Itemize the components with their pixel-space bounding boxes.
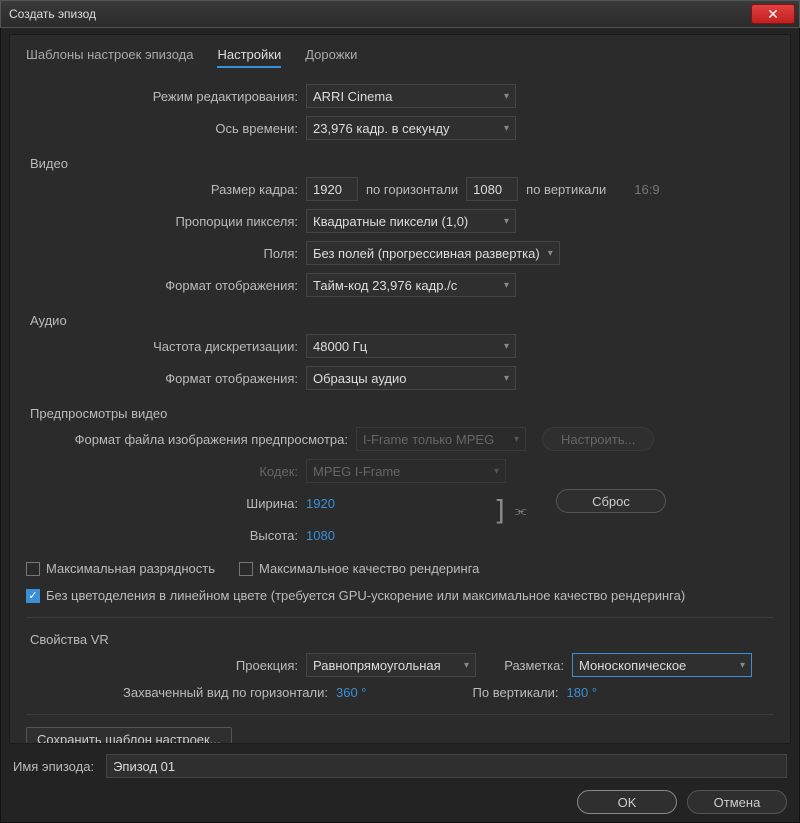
codec-label: Кодек: [26,464,306,479]
dialog-body: Шаблоны настроек эпизода Настройки Дорож… [0,28,800,823]
titlebar: Создать эпизод ✕ [0,0,800,28]
editing-mode-label: Режим редактирования: [26,89,306,104]
divider [26,714,774,715]
frame-size-label: Размер кадра: [26,182,306,197]
link-icon[interactable]: ⫘ [515,503,527,519]
section-preview: Предпросмотры видео Формат файла изображ… [26,404,774,603]
max-render-quality-checkbox[interactable]: Максимальное качество рендеринга [239,561,479,576]
chevron-down-icon: ▾ [504,91,509,102]
close-icon: ✕ [767,7,779,21]
tab-tracks[interactable]: Дорожки [305,47,357,68]
preview-height-label: Высота: [26,528,306,543]
pixel-aspect-dropdown[interactable]: Квадратные пиксели (1,0) ▾ [306,209,516,233]
chevron-down-icon: ▾ [464,660,469,671]
pixel-aspect-label: Пропорции пикселя: [26,214,306,229]
tab-presets[interactable]: Шаблоны настроек эпизода [26,47,193,68]
video-heading: Видео [26,154,774,173]
max-bit-depth-checkbox[interactable]: Максимальная разрядность [26,561,215,576]
checkbox-checked-icon: ✓ [26,589,40,603]
save-preset-button[interactable]: Сохранить шаблон настроек... [26,727,232,744]
chevron-down-icon: ▾ [494,466,499,477]
reset-button[interactable]: Сброс [556,489,666,513]
audio-display-format-label: Формат отображения: [26,371,306,386]
chevron-down-icon: ▾ [504,280,509,291]
sequence-name-row: Имя эпизода: [9,744,791,782]
layout-label: Разметка: [484,658,572,673]
close-button[interactable]: ✕ [751,4,795,24]
projection-dropdown[interactable]: Равнопрямоугольная ▾ [306,653,476,677]
projection-label: Проекция: [26,658,306,673]
preview-file-format-dropdown: I-Frame только MPEG ▾ [356,427,526,451]
sample-rate-dropdown[interactable]: 48000 Гц ▾ [306,334,516,358]
captured-horizontal-label: Захваченный вид по горизонтали: [26,685,336,700]
sample-rate-label: Частота дискретизации: [26,339,306,354]
main-panel: Шаблоны настроек эпизода Настройки Дорож… [9,34,791,744]
fields-dropdown[interactable]: Без полей (прогрессивная развертка) ▾ [306,241,560,265]
frame-height-input[interactable] [466,177,518,201]
chevron-down-icon: ▾ [740,660,745,671]
cancel-button[interactable]: Отмена [687,790,787,814]
preview-heading: Предпросмотры видео [26,404,774,423]
captured-vertical-label: По вертикали: [367,685,567,700]
codec-dropdown: MPEG I-Frame ▾ [306,459,506,483]
section-general: Режим редактирования: ARRI Cinema ▾ Ось … [26,84,774,140]
window-title: Создать эпизод [9,7,751,21]
divider [26,617,774,618]
editing-mode-dropdown[interactable]: ARRI Cinema ▾ [306,84,516,108]
aspect-ratio-text: 16:9 [634,182,659,197]
configure-button: Настроить... [542,427,654,451]
linear-color-checkbox[interactable]: ✓ Без цветоделения в линейном цвете (тре… [26,588,774,603]
audio-heading: Аудио [26,311,774,330]
tab-bar: Шаблоны настроек эпизода Настройки Дорож… [26,47,774,68]
horizontal-text: по горизонтали [366,182,458,197]
ok-button[interactable]: OK [577,790,677,814]
tab-settings[interactable]: Настройки [217,47,281,68]
chevron-down-icon: ▾ [504,123,509,134]
video-display-format-dropdown[interactable]: Тайм-код 23,976 кадр./с ▾ [306,273,516,297]
vr-heading: Свойства VR [26,630,774,649]
audio-display-format-dropdown[interactable]: Образцы аудио ▾ [306,366,516,390]
layout-dropdown[interactable]: Моноскопическое ▾ [572,653,752,677]
video-display-format-label: Формат отображения: [26,278,306,293]
checkbox-icon [26,562,40,576]
sequence-name-input[interactable] [106,754,787,778]
chevron-down-icon: ▾ [504,373,509,384]
chevron-down-icon: ▾ [504,216,509,227]
sequence-name-label: Имя эпизода: [13,759,98,774]
captured-horizontal-value[interactable]: 360 ° [336,685,367,700]
dialog-buttons: OK Отмена [9,782,791,814]
chevron-down-icon: ▾ [548,248,553,259]
section-audio: Аудио Частота дискретизации: 48000 Гц ▾ … [26,311,774,390]
fields-label: Поля: [26,246,306,261]
timebase-label: Ось времени: [26,121,306,136]
section-vr: Свойства VR Проекция: Равнопрямоугольная… [26,630,774,700]
chevron-down-icon: ▾ [514,434,519,445]
preview-height-value[interactable]: 1080 [306,528,335,543]
vertical-text: по вертикали [526,182,606,197]
preview-width-value[interactable]: 1920 [306,496,335,511]
bracket-icon: ] [492,497,509,525]
checkbox-icon [239,562,253,576]
timebase-dropdown[interactable]: 23,976 кадр. в секунду ▾ [306,116,516,140]
frame-width-input[interactable] [306,177,358,201]
captured-vertical-value[interactable]: 180 ° [567,685,598,700]
chevron-down-icon: ▾ [504,341,509,352]
section-video: Видео Размер кадра: по горизонтали по ве… [26,154,774,297]
preview-width-label: Ширина: [26,496,306,511]
preview-file-format-label: Формат файла изображения предпросмотра: [26,432,356,447]
